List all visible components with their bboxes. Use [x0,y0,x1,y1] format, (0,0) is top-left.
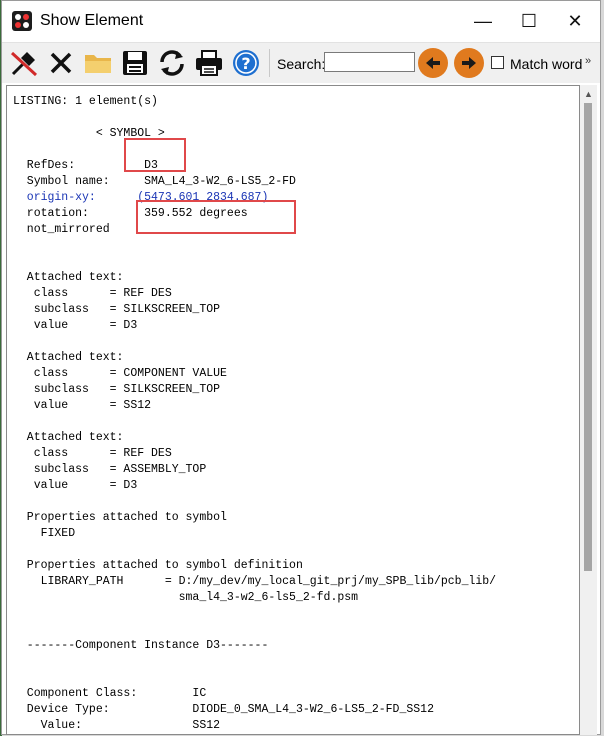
folder-icon[interactable] [81,46,115,80]
pin-icon[interactable] [7,46,41,80]
listing-line [13,494,496,510]
close-button[interactable]: ✕ [552,1,598,41]
search-next-button[interactable] [454,48,484,78]
listing-line [13,238,496,254]
listing-line [13,254,496,270]
match-word-checkbox[interactable] [491,56,504,69]
show-element-window: Show Element — ☐ ✕ ? Search: Match word … [1,0,601,735]
listing-line: Properties attached to symbol [13,511,227,524]
listing-line: value = D3 [13,479,138,492]
toolbar-overflow-icon[interactable]: » [585,55,591,67]
listing-line [13,606,496,622]
listing-line: subclass = SILKSCREEN_TOP [13,303,221,316]
scroll-thumb[interactable] [584,103,592,571]
listing-line: value = SS12 [13,399,152,412]
arrow-forward-icon [462,57,476,69]
listing-line: class = COMPONENT VALUE [13,367,227,380]
listing-line: value = D3 [13,319,138,332]
listing-line: FIXED [13,527,76,540]
listing-line [13,654,496,670]
listing-line: origin-xy: (5473.601 2834.687) [13,191,269,204]
search-previous-button[interactable] [418,48,448,78]
vertical-scrollbar[interactable]: ▲ [580,85,597,735]
listing-line: rotation: 359.552 degrees [13,207,248,220]
listing-line: subclass = ASSEMBLY_TOP [13,463,207,476]
title-bar[interactable]: Show Element — ☐ ✕ [2,1,600,41]
listing-line: sma_l4_3-w2_6-ls5_2-fd.psm [13,591,359,604]
match-word-label[interactable]: Match word [510,56,582,72]
listing-line [13,334,496,350]
listing-line: RefDes: D3 [13,159,158,172]
listing-line: Symbol name: SMA_L4_3-W2_6-LS5_2-FD [13,175,296,188]
listing-line: < SYMBOL > [13,127,165,140]
listing-line [13,142,496,158]
listing-line: subclass = SILKSCREEN_TOP [13,383,221,396]
listing-line: Attached text: [13,271,124,284]
search-label: Search: [277,56,326,72]
listing-text-area[interactable]: LISTING: 1 element(s) < SYMBOL > RefDes:… [6,85,580,735]
toolbar-separator [269,49,270,77]
scroll-up-icon[interactable]: ▲ [584,89,593,99]
listing-line [13,110,496,126]
save-icon[interactable] [118,46,152,80]
listing-line: not_mirrored [13,223,110,236]
minimize-button[interactable]: — [460,1,506,41]
help-icon[interactable]: ? [229,46,263,80]
maximize-button[interactable]: ☐ [506,1,552,41]
listing-line [13,670,496,686]
window-title: Show Element [40,12,144,29]
listing-line [13,414,496,430]
listing-line: LIBRARY_PATH = D:/my_dev/my_local_git_pr… [13,575,497,588]
app-icon [12,11,32,31]
listing-line: Properties attached to symbol definition [13,559,303,572]
listing-line: LISTING: 1 element(s) [13,95,158,108]
listing-line: Value: SS12 [13,719,221,732]
refresh-icon[interactable] [155,46,189,80]
close-x-icon[interactable] [44,46,78,80]
listing-line: Component Class: IC [13,687,207,700]
listing-line: class = REF DES [13,287,172,300]
toolbar: ? Search: Match word » [2,42,600,83]
listing-line [13,542,496,558]
listing-line: Attached text: [13,431,124,444]
listing-line [13,622,496,638]
search-input[interactable] [324,52,415,72]
listing-lines: LISTING: 1 element(s) < SYMBOL > RefDes:… [13,94,496,734]
listing-line: -------Component Instance D3------- [13,639,269,652]
svg-text:?: ? [241,54,250,73]
listing-line: Device Type: DIODE_0_SMA_L4_3-W2_6-LS5_2… [13,703,434,716]
arrow-back-icon [426,57,440,69]
listing-line: Attached text: [13,351,124,364]
listing-line: class = REF DES [13,447,172,460]
printer-icon[interactable] [192,46,226,80]
